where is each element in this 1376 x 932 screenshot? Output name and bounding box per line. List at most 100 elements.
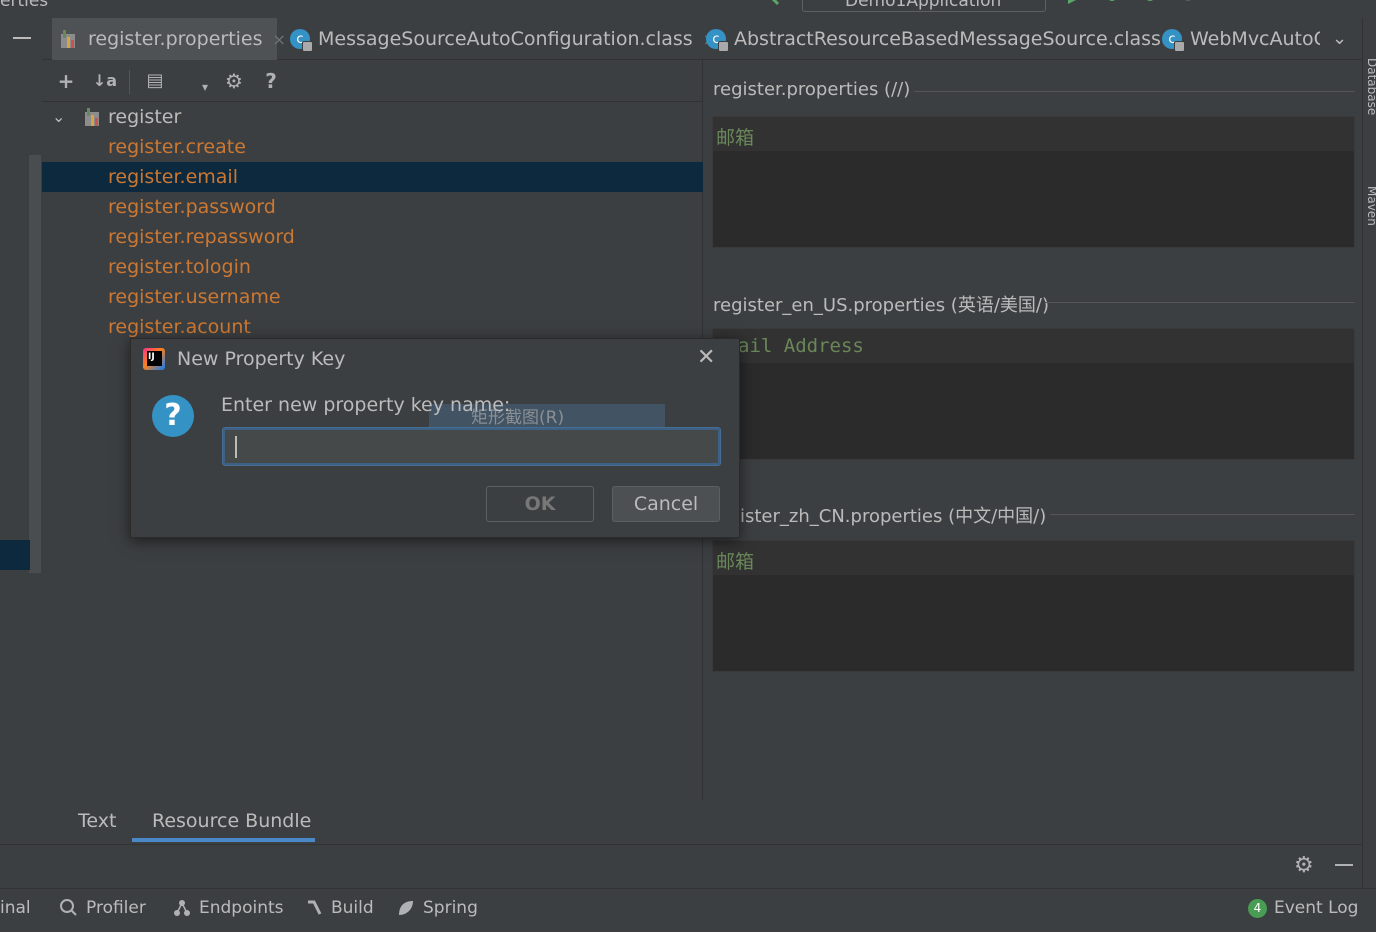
debug-icon[interactable] [1104, 0, 1120, 6]
class-icon: c [1162, 29, 1185, 52]
event-count-badge: 4 [1248, 898, 1267, 918]
current-line-highlight [713, 541, 1354, 575]
tab-text[interactable]: Text [78, 810, 116, 832]
endpoints-tool-button[interactable]: Endpoints [173, 898, 284, 918]
tool-button-label: Spring [423, 898, 478, 918]
event-log-button[interactable]: 4 Event Log [1248, 898, 1358, 918]
value-editor-default[interactable]: 邮箱 [712, 116, 1355, 248]
hide-panel-icon[interactable] [13, 37, 31, 39]
tree-item-register-password[interactable]: register.password [42, 192, 703, 222]
run-configuration-select[interactable]: Demo1Application [802, 0, 1046, 12]
editor-title-zh-cn: ister_zh_CN.properties (中文/中国/) [740, 506, 1047, 527]
tree-item-register-create[interactable]: register.create [42, 132, 703, 162]
class-icon: c [706, 29, 729, 52]
properties-file-icon [61, 30, 75, 48]
class-icon: c [290, 29, 313, 52]
sort-alphabetically-icon[interactable]: ↓a [92, 68, 118, 94]
cancel-button[interactable]: Cancel [612, 486, 720, 522]
close-tab-icon[interactable]: × [273, 30, 286, 49]
terminal-tool-button[interactable]: inal [0, 898, 31, 918]
user-icon[interactable] [696, 0, 712, 6]
left-selection-marker [0, 540, 30, 570]
dropdown-arrow-icon[interactable]: ▾ [192, 74, 218, 100]
build-tool-button[interactable]: Build [305, 898, 374, 918]
hammer-icon [308, 900, 322, 915]
chevron-down-icon[interactable]: ⌄ [52, 102, 65, 132]
settings-icon[interactable] [1326, 0, 1342, 6]
value-editor-en-us[interactable]: ail Address [712, 328, 1355, 460]
property-key-label: register.create [108, 136, 246, 158]
tool-button-label: Profiler [86, 898, 146, 918]
tab-label: register.properties [88, 28, 263, 50]
new-property-key-dialog: New Property Key ✕ ? 矩形截图(R) Enter new p… [130, 338, 740, 538]
property-key-label: register.username [108, 286, 281, 308]
settings-icon[interactable]: ⚙ [221, 68, 247, 94]
tree-item-register-email[interactable]: register.email [42, 162, 703, 192]
editor-title-default: register.properties (//) [713, 79, 911, 100]
top-toolbar: erties Demo1Application [0, 0, 1376, 18]
group-by-prefix-icon[interactable]: ▤ [142, 68, 168, 94]
tree-item-register-repassword[interactable]: register.repassword [42, 222, 703, 252]
profiler-tool-button[interactable]: Profiler [60, 898, 146, 918]
scrollbar[interactable] [29, 155, 41, 573]
tab-label: MessageSourceAutoConfiguration.class [318, 28, 693, 50]
property-key-label: register.repassword [108, 226, 295, 248]
endpoints-icon [174, 900, 190, 916]
database-tool-tab[interactable]: Database [1365, 58, 1376, 115]
property-value: 邮箱 [716, 127, 755, 149]
property-key-label: register.tologin [108, 256, 251, 278]
properties-bundle-icon [85, 108, 99, 126]
search-icon[interactable] [1288, 0, 1304, 6]
active-tab-indicator [132, 838, 315, 842]
tree-item-register-tologin[interactable]: register.tologin [42, 252, 703, 282]
profile-run-icon[interactable] [1180, 0, 1196, 6]
tree-root[interactable]: ⌄ register [42, 102, 703, 132]
spring-leaf-icon [399, 901, 413, 915]
tool-button-label: Build [331, 898, 374, 918]
tree-item-register-username[interactable]: register.username [42, 282, 703, 312]
tool-window-header: ⚙ [0, 844, 1362, 888]
stop-icon[interactable] [1238, 0, 1254, 6]
ok-button[interactable]: OK [486, 486, 594, 522]
back-arrow-icon[interactable] [768, 0, 784, 6]
question-icon: ? [152, 395, 194, 437]
minimize-icon[interactable] [1335, 864, 1353, 866]
close-icon[interactable]: ✕ [697, 345, 715, 370]
gear-icon[interactable]: ⚙ [1294, 853, 1314, 878]
help-icon[interactable]: ? [258, 68, 284, 94]
profiler-icon [60, 899, 77, 916]
dialog-prompt: Enter new property key name: [221, 394, 511, 416]
intellij-logo-icon [143, 348, 165, 370]
tab-message-source-auto-configuration[interactable]: c MessageSourceAutoConfiguration.class × [290, 18, 716, 60]
maven-tool-tab[interactable]: Maven [1365, 186, 1376, 226]
editor-title-en-us: register_en_US.properties (英语/美国/) [713, 295, 1049, 316]
right-tool-strip: Database Maven [1362, 18, 1376, 888]
divider [1050, 514, 1355, 515]
property-key-input[interactable] [222, 427, 721, 466]
add-property-icon[interactable]: + [53, 68, 79, 94]
tab-list-chevron-down-icon[interactable]: ⌄ [1332, 28, 1347, 49]
tool-button-label: Endpoints [199, 898, 284, 918]
value-editor-zh-cn[interactable]: 邮箱 [712, 540, 1355, 672]
tab-abstract-resource-based-message-source[interactable]: c AbstractResourceBasedMessageSource.cla… [706, 18, 1184, 60]
tree-root-label: register [108, 106, 182, 128]
text-caret [235, 436, 237, 458]
divider [1045, 302, 1355, 303]
tab-web-mvc-auto-configuration[interactable]: c WebMvcAutoC [1162, 18, 1320, 60]
property-key-label: register.email [108, 166, 238, 188]
toolbar-separator [129, 70, 130, 94]
editor-tab-bar: register.properties × c MessageSourceAut… [42, 18, 1362, 60]
tab-label: AbstractResourceBasedMessageSource.class [734, 28, 1161, 50]
tool-button-label: inal [0, 898, 31, 918]
tab-resource-bundle[interactable]: Resource Bundle [152, 810, 311, 832]
dialog-title: New Property Key [177, 348, 346, 370]
spring-tool-button[interactable]: Spring [397, 898, 478, 918]
keys-toolbar: + ↓a ▤ ▾ ⚙ ? [42, 60, 703, 102]
tab-label: WebMvcAutoC [1190, 28, 1320, 50]
coverage-icon[interactable] [1142, 0, 1158, 6]
run-icon[interactable] [1066, 0, 1082, 6]
window-title-fragment: erties [0, 0, 49, 11]
current-line-highlight [713, 117, 1354, 151]
divider [914, 91, 1355, 92]
tab-register-properties[interactable]: register.properties × [52, 18, 286, 60]
